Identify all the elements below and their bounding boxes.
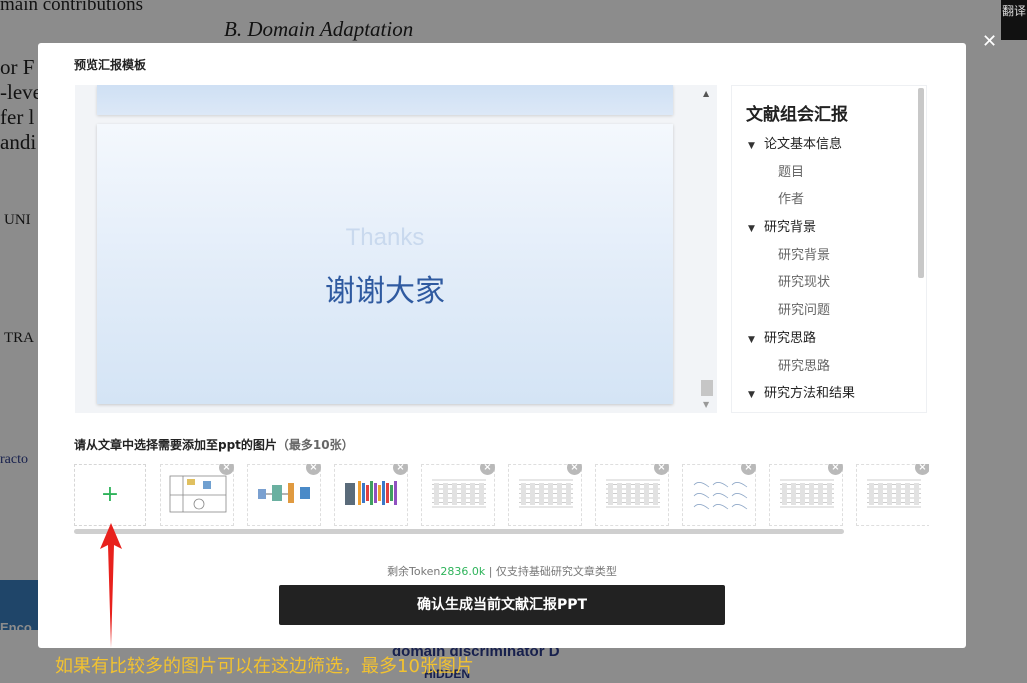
table-icon [780,479,834,508]
outline-section[interactable]: ▼ 论文基本信息 [748,131,926,159]
image-picker-row: + × × × × × × × × × [74,464,929,528]
token-prefix: 剩余Token [387,565,441,578]
table-icon [606,479,660,508]
outline-panel: 文献组会汇报 ▼ 论文基本信息 题目 作者 ▼ 研究背景 研究背景 研究现状 研究问题 ▼ 研究思路… [731,85,927,413]
remove-image-icon[interactable]: × [480,464,495,475]
outline-subitem[interactable]: 题目 [748,159,926,187]
token-info: 剩余Token2836.0k | 仅支持基础研究文章类型 [38,563,966,579]
image-thumbnail[interactable]: × [421,464,495,526]
add-image-button[interactable]: + [74,464,146,526]
modal-title: 预览汇报模板 [74,58,147,72]
remove-image-icon[interactable]: × [828,464,843,475]
outline-label: 研究问题 [778,303,831,319]
outline-title: 文献组会汇报 [746,105,848,125]
outline-label: 作者 [778,192,805,208]
image-thumbnail[interactable]: × [508,464,582,526]
image-thumbnail[interactable]: × [160,464,234,526]
scrollbar-thumb[interactable] [701,380,713,396]
image-select-label: 请从文章中选择需要添加至ppt的图片（最多10张） [74,436,354,453]
preview-modal: 预览汇报模板 Thanks 谢谢大家 ▲ ▼ 文献组会汇报 ▼ 论文基本信息 题目作… [38,43,966,648]
confirm-generate-button[interactable]: 确认生成当前文献汇报PPT [279,585,725,625]
remove-image-icon[interactable]: × [654,464,669,475]
remove-image-icon[interactable]: × [306,464,321,475]
figure-diagram-icon [169,475,227,513]
close-icon[interactable]: ✕ [982,33,997,51]
outline-section[interactable]: ▼ 研究方法和结果 [748,380,926,408]
caret-down-icon[interactable]: ▼ [748,216,764,244]
outline-label: 研究现状 [778,275,831,291]
scroll-up-icon[interactable]: ▲ [703,89,709,98]
outline-subitem[interactable]: 研究思路 [748,353,926,381]
token-value: 2836.0k [440,565,486,578]
scroll-down-icon[interactable]: ▼ [703,400,709,409]
outline-label: 研究思路 [778,358,831,374]
outline-subitem[interactable]: 研究问题 [748,297,926,325]
remove-image-icon[interactable]: × [219,464,234,475]
image-limit-note: （最多10张） [276,438,354,452]
outline-label: 研究方法和结果 [764,386,856,402]
token-note: | 仅支持基础研究文章类型 [488,565,617,578]
translate-button[interactable]: 翻译 [1001,0,1027,40]
outline-subitem[interactable]: 研究现状 [748,269,926,297]
slide-thanks: Thanks 谢谢大家 [97,124,673,404]
annotation-text: 如果有比较多的图片可以在这边筛选，最多10张图片 [55,656,474,677]
image-thumbnail[interactable]: × [334,464,408,526]
caret-down-icon[interactable]: ▼ [748,133,764,161]
outline-label: 研究思路 [764,330,817,346]
remove-image-icon[interactable]: × [741,464,756,475]
image-select-text: 请从文章中选择需要添加至ppt的图片 [74,438,277,452]
outline-label: 研究背景 [778,247,831,263]
remove-image-icon[interactable]: × [393,464,408,475]
remove-image-icon[interactable]: × [915,464,929,475]
slide-preview[interactable]: Thanks 谢谢大家 ▲ ▼ [75,85,717,413]
outline-subitem[interactable]: 研究背景 [748,242,926,270]
caret-down-icon[interactable]: ▼ [748,327,764,355]
image-thumbnail[interactable]: × [769,464,843,526]
slide-eng-text: Thanks [345,224,425,251]
figure-network-icon [345,481,397,505]
figure-pipeline-icon [258,483,310,503]
table-icon [867,479,921,508]
remove-image-icon[interactable]: × [567,464,582,475]
outline-section[interactable]: ▼ 研究思路 [748,325,926,353]
red-arrow-icon [100,523,122,648]
slide-thumbnail [97,85,673,115]
image-thumbnail[interactable]: × [856,464,929,526]
slide-cn-text: 谢谢大家 [325,274,445,309]
table-icon [432,479,486,508]
image-row-scrollbar[interactable] [74,529,844,534]
image-thumbnail[interactable]: × [595,464,669,526]
outline-label: 论文基本信息 [764,137,843,152]
outline-label: 题目 [778,164,805,180]
preview-scrollbar[interactable]: ▲ ▼ [697,85,717,413]
image-thumbnail[interactable]: × [247,464,321,526]
table-icon [519,479,573,508]
plot-grid-icon [693,482,748,510]
outline-scrollbar[interactable] [918,88,924,278]
outline-list: ▼ 论文基本信息 题目 作者 ▼ 研究背景 研究背景 研究现状 研究问题 ▼ 研究思路 研究思路 ▼ 研究… [748,131,926,408]
outline-label: 研究背景 [764,220,817,236]
caret-down-icon[interactable]: ▼ [748,382,764,410]
image-thumbnail[interactable]: × [682,464,756,526]
outline-section[interactable]: ▼ 研究背景 [748,214,926,242]
outline-subitem[interactable]: 作者 [748,186,926,214]
